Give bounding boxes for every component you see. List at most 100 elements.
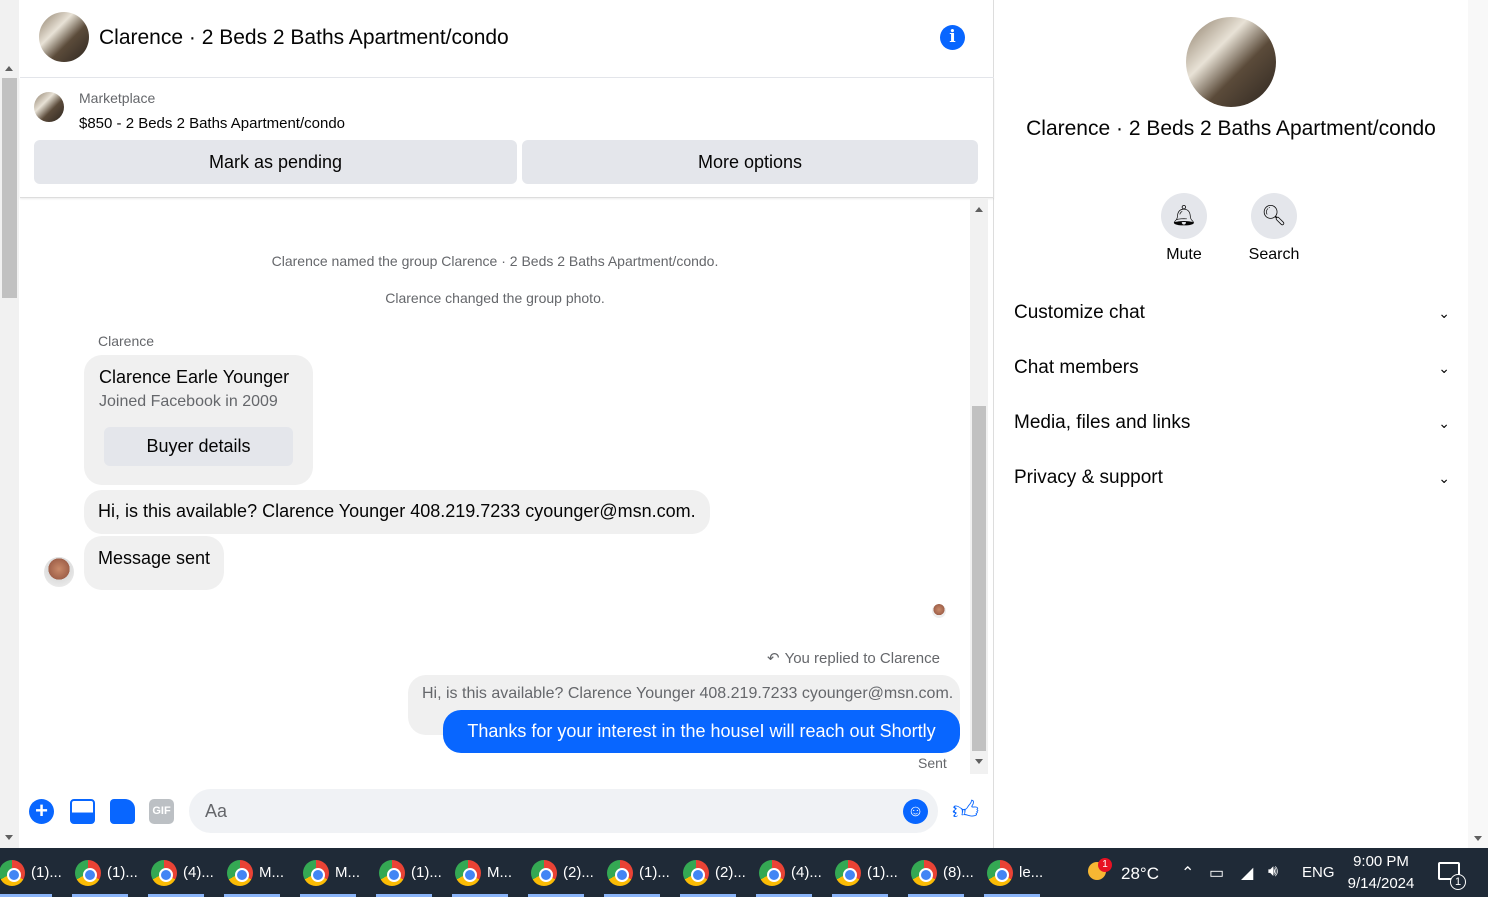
taskbar-chrome-window[interactable]: (1)... [376,848,446,897]
scroll-up-arrow[interactable] [5,66,13,71]
plus-icon[interactable]: + [29,799,54,824]
wifi-icon[interactable]: ◢ [1241,863,1253,883]
taskbar-chrome-window[interactable]: (1)... [604,848,674,897]
taskbar-chrome-window[interactable]: (1)... [832,848,902,897]
sender-avatar[interactable] [44,557,74,587]
gif-icon[interactable]: GIF [149,799,174,824]
outgoing-message[interactable]: Thanks for your interest in the houseI w… [443,710,960,753]
listing-title[interactable]: $850 - 2 Beds 2 Baths Apartment/condo [79,115,345,132]
buyer-details-button[interactable]: Buyer details [104,427,293,466]
chrome-icon [379,860,405,886]
message-list: Clarence named the group Clarence · 2 Be… [20,199,968,779]
messages-scrollbar[interactable] [970,199,988,774]
taskbar-chrome-window[interactable]: M... [300,848,370,897]
temperature[interactable]: 28°C [1121,864,1159,884]
weather-icon[interactable]: 1 [1082,858,1112,884]
chevron-down-icon: ⌄ [1438,305,1450,321]
taskbar-label: M... [259,864,284,881]
scroll-up-arrow[interactable] [975,207,983,212]
incoming-message[interactable]: Message sent [84,536,225,590]
taskbar-label: M... [335,864,360,881]
taskbar-label: (1)... [31,864,62,881]
chevron-up-icon[interactable]: ⌃ [1181,863,1194,883]
group-photo[interactable] [1186,17,1276,107]
taskbar-label: (4)... [183,864,214,881]
section-label: Chat members [1014,357,1139,378]
taskbar-chrome-window[interactable]: le... [984,848,1054,897]
thumbs-up-icon[interactable]: 👍︎ [952,797,979,823]
chat-header: Clarence · 2 Beds 2 Baths Apartment/cond… [20,0,994,78]
section-label: Media, files and links [1014,412,1191,433]
chrome-icon [759,860,785,886]
weather-badge: 1 [1098,858,1112,872]
reply-icon: ↶ [767,650,780,667]
chrome-icon [455,860,481,886]
chrome-icon [0,860,25,886]
incoming-message[interactable]: Hi, is this available? Clarence Younger … [84,490,710,534]
section-label: Customize chat [1014,302,1145,323]
buyer-joined: Joined Facebook in 2009 [99,393,278,410]
chrome-icon [911,860,937,886]
taskbar-chrome-window[interactable]: (8)... [908,848,978,897]
info-icon[interactable]: i [940,25,965,50]
search-label: Search [1248,246,1300,263]
taskbar-chrome-window[interactable]: (1)... [0,848,66,897]
taskbar-chrome-window[interactable]: (4)... [756,848,826,897]
message-status: Sent [918,755,947,771]
system-message: Clarence changed the group photo. [385,290,605,306]
taskbar-chrome-window[interactable]: (4)... [148,848,218,897]
volume-icon[interactable]: 🔊︎ [1268,863,1278,881]
bell-icon: 🔔︎ [1171,205,1197,227]
chrome-icon [531,860,557,886]
taskbar-chrome-window[interactable]: (1)... [72,848,142,897]
taskbar-chrome-window[interactable]: (2)... [680,848,750,897]
chevron-down-icon: ⌄ [1438,470,1450,486]
clock-date[interactable]: 9/14/2024 [1340,875,1422,892]
taskbar-label: (1)... [411,864,442,881]
taskbar-label: (1)... [107,864,138,881]
image-icon[interactable] [70,799,95,824]
page-scrollbar[interactable] [0,0,19,848]
search-button[interactable]: 🔍︎ [1251,193,1297,239]
chrome-icon [835,860,861,886]
sticker-icon[interactable] [110,799,135,824]
section-privacy-support[interactable]: Privacy & support ⌄ [1014,458,1450,498]
notification-count: 1 [1450,874,1466,890]
taskbar-chrome-window[interactable]: M... [224,848,294,897]
scroll-down-arrow[interactable] [1474,836,1482,841]
conversation-info-panel: Clarence · 2 Beds 2 Baths Apartment/cond… [995,0,1467,848]
mark-as-pending-button[interactable]: Mark as pending [34,140,517,184]
chat-title[interactable]: Clarence · 2 Beds 2 Baths Apartment/cond… [99,26,509,50]
clock-time[interactable]: 9:00 PM [1340,853,1422,870]
section-media-files-links[interactable]: Media, files and links ⌄ [1014,403,1450,443]
battery-icon[interactable]: ▭ [1209,863,1224,883]
scroll-down-arrow[interactable] [5,835,13,840]
taskbar-label: (4)... [791,864,822,881]
message-input[interactable] [189,789,938,833]
chrome-icon [303,860,329,886]
listing-thumbnail[interactable] [34,92,64,122]
chat-panel: Clarence · 2 Beds 2 Baths Apartment/cond… [20,0,994,848]
marketplace-listing: Marketplace $850 - 2 Beds 2 Baths Apartm… [20,78,994,198]
right-scrollbar[interactable] [1468,0,1488,848]
more-options-button[interactable]: More options [522,140,978,184]
windows-taskbar: (1)... (1)... (4)... M... M... (1)... M.… [0,848,1488,897]
language-indicator[interactable]: ENG [1302,864,1335,881]
chevron-down-icon: ⌄ [1438,415,1450,431]
scrollbar-thumb[interactable] [2,78,17,298]
taskbar-chrome-window[interactable]: M... [452,848,522,897]
scroll-down-arrow[interactable] [975,759,983,764]
chrome-icon [987,860,1013,886]
group-avatar[interactable] [39,12,89,62]
chevron-down-icon: ⌄ [1438,360,1450,376]
chrome-icon [683,860,709,886]
chrome-icon [607,860,633,886]
emoji-icon[interactable]: ☺ [903,799,928,824]
section-chat-members[interactable]: Chat members ⌄ [1014,348,1450,388]
mute-button[interactable]: 🔔︎ [1161,193,1207,239]
marketplace-label: Marketplace [79,90,156,106]
section-customize-chat[interactable]: Customize chat ⌄ [1014,293,1450,333]
taskbar-chrome-window[interactable]: (2)... [528,848,598,897]
chrome-icon [227,860,253,886]
scrollbar-thumb[interactable] [972,406,986,751]
